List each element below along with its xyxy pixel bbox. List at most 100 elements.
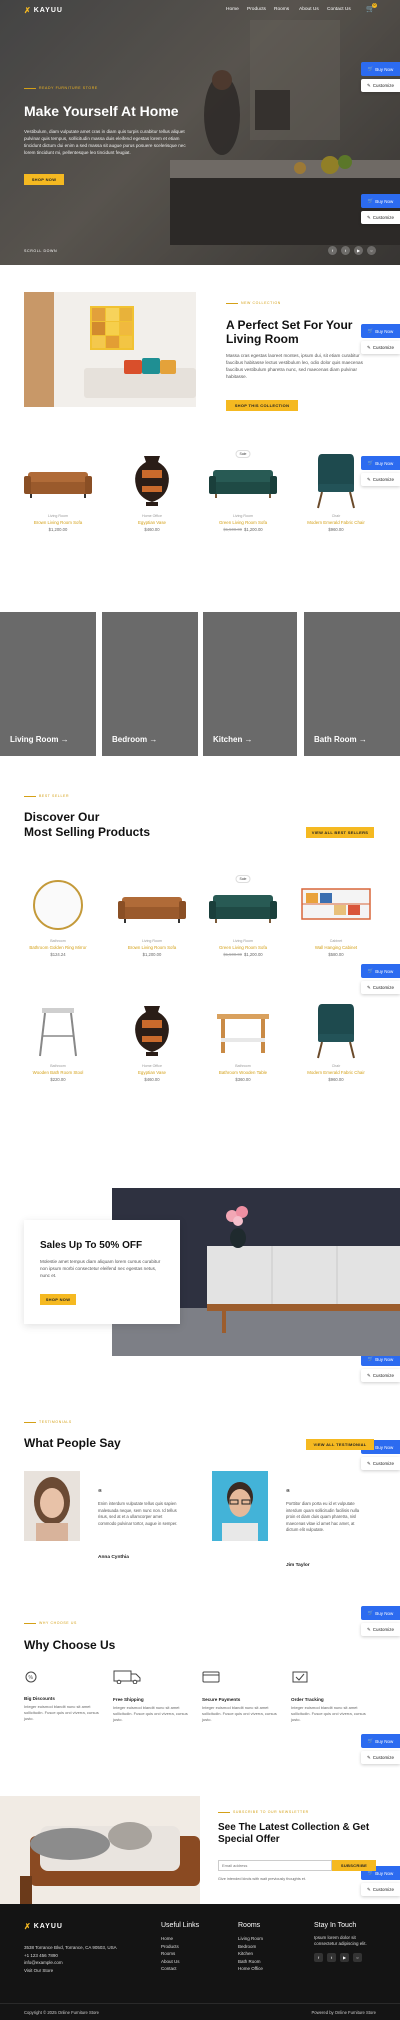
hero-text: Vestibulum, diam vulputate amet cras in …	[24, 129, 186, 155]
buy-now-tab[interactable]: 🛒Buy Now	[361, 964, 400, 978]
cart-button[interactable]: 🛒 0	[366, 3, 377, 15]
product-name[interactable]: Brown Living Room Sofa	[18, 520, 98, 525]
product-name[interactable]: Bathroom Golden Ring Mirror	[18, 945, 98, 950]
product-category: Living Room	[233, 514, 253, 518]
footer-twitter-icon[interactable]: t	[327, 1953, 336, 1962]
product-name[interactable]: Brown Living Room Sofa	[112, 945, 192, 950]
product-image[interactable]	[112, 875, 192, 935]
quote-mark-jim: “	[286, 1488, 290, 1497]
buy-now-tab[interactable]: 🛒Buy Now	[361, 324, 400, 338]
product-card[interactable]: Home Office Egyptian Vase $460.00	[112, 450, 192, 532]
product-card[interactable]: Bathroom Bathroom Wooden Table $360.00	[203, 1000, 283, 1082]
hero-shop-button[interactable]: Shop Now	[24, 174, 64, 185]
footer-link-about[interactable]: About Us	[161, 1958, 199, 1966]
facebook-icon[interactable]: f	[328, 246, 337, 255]
product-card[interactable]: Home Office Egyptian Vase $460.00	[112, 1000, 192, 1082]
visit-store-link[interactable]: Visit Our Store	[24, 1967, 117, 1975]
main-nav: Home Products Rooms About Us Contact Us	[226, 7, 353, 12]
product-category: Bathroom	[50, 939, 66, 943]
footer-room-kitchen[interactable]: Kitchen	[238, 1950, 263, 1958]
promo-shop-button[interactable]: Shop Now	[40, 1294, 76, 1305]
product-name[interactable]: Green Living Room Sofa	[203, 520, 283, 525]
footer-room-bedroom[interactable]: Bedroom	[238, 1943, 263, 1951]
buy-now-tab[interactable]: 🛒Buy Now	[361, 1606, 400, 1620]
product-card[interactable]: Living Room Brown Living Room Sofa $1,200.…	[18, 450, 98, 532]
nav-about[interactable]: About Us	[299, 7, 327, 12]
site-logo[interactable]: ✗ KAYUU	[24, 6, 63, 15]
product-card[interactable]: Cabinet Wall Hanging Cabinet $580.00	[296, 875, 376, 957]
footer-link-contact[interactable]: Contact	[161, 1965, 199, 1973]
product-name[interactable]: Modern Emerald Fabric Chair	[296, 1070, 376, 1075]
product-name[interactable]: Wall Hanging Cabinet	[296, 945, 376, 950]
customize-tab[interactable]: ✎Customize	[361, 1883, 400, 1896]
product-name[interactable]: Green Living Room Sofa	[203, 945, 283, 950]
footer-room-living[interactable]: Living Room	[238, 1935, 263, 1943]
view-best-sellers-button[interactable]: View All Best Sellers	[306, 827, 374, 838]
customize-tab[interactable]: ✎Customize	[361, 79, 400, 92]
set-shop-button[interactable]: Shop This Collection	[226, 400, 298, 411]
product-image[interactable]	[296, 450, 376, 510]
customize-tab[interactable]: ✎Customize	[361, 1751, 400, 1764]
instagram-icon[interactable]: ○	[367, 246, 376, 255]
subscribe-button[interactable]: Subscribe	[332, 1860, 376, 1871]
product-card[interactable]: Chair Modern Emerald Fabric Chair $960.00	[296, 450, 376, 532]
room-living[interactable]: Living Room →	[0, 612, 96, 756]
product-image[interactable]	[18, 875, 98, 935]
product-card[interactable]: Chair Modern Emerald Fabric Chair $960.00	[296, 1000, 376, 1082]
cart-small-icon: 🛒	[367, 66, 374, 71]
customize-tab[interactable]: ✎Customize	[361, 1457, 400, 1470]
product-name[interactable]: Egyptian Vase	[112, 1070, 192, 1075]
customize-tab[interactable]: ✎Customize	[361, 1369, 400, 1382]
product-name[interactable]: Wooden Bath Room Stool	[18, 1070, 98, 1075]
footer-room-bath[interactable]: Bath Room	[238, 1958, 263, 1966]
product-image[interactable]: Sale	[203, 450, 283, 510]
customize-tab[interactable]: ✎Customize	[361, 211, 400, 224]
nav-products[interactable]: Products	[247, 7, 274, 12]
product-card[interactable]: Sale Living Room Green Living Room Sofa $1,…	[203, 450, 283, 532]
footer-link-home[interactable]: Home	[161, 1935, 199, 1943]
product-image[interactable]	[296, 875, 376, 935]
product-name[interactable]: Bathroom Wooden Table	[203, 1070, 283, 1075]
nav-rooms[interactable]: Rooms	[274, 7, 299, 12]
product-card[interactable]: Sale Living Room Green Living Room Sofa $1,…	[203, 875, 283, 957]
footer-room-office[interactable]: Home Office	[238, 1965, 263, 1973]
product-card[interactable]: Bathroom Bathroom Golden Ring Mirror $124.…	[18, 875, 98, 957]
product-image[interactable]	[18, 450, 98, 510]
product-card[interactable]: Living Room Brown Living Room Sofa $1,200.…	[112, 875, 192, 957]
brush-icon: ✎	[366, 1754, 371, 1760]
cart-small-icon: 🛒	[367, 968, 374, 973]
twitter-icon[interactable]: t	[341, 246, 350, 255]
buy-now-tab[interactable]: 🛒Buy Now	[361, 62, 400, 76]
footer-logo[interactable]: ✗ KAYUU	[24, 1922, 63, 1931]
nav-home[interactable]: Home	[226, 7, 247, 12]
product-image[interactable]	[203, 1000, 283, 1060]
buy-now-tab[interactable]: 🛒Buy Now	[361, 1734, 400, 1748]
product-image[interactable]	[18, 1000, 98, 1060]
footer-link-rooms[interactable]: Rooms	[161, 1950, 199, 1958]
product-card[interactable]: Bathroom Wooden Bath Room Stool $220.00	[18, 1000, 98, 1082]
email-input[interactable]	[218, 1860, 332, 1871]
product-price: $220.00	[18, 1077, 98, 1082]
product-name[interactable]: Modern Emerald Fabric Chair	[296, 520, 376, 525]
room-kitchen[interactable]: Kitchen →	[203, 612, 297, 756]
youtube-icon[interactable]: ▶	[354, 246, 363, 255]
svg-text:%: %	[29, 1675, 34, 1681]
customize-tab[interactable]: ✎Customize	[361, 981, 400, 994]
product-image[interactable]	[112, 1000, 192, 1060]
product-image[interactable]	[112, 450, 192, 510]
footer-facebook-icon[interactable]: f	[314, 1953, 323, 1962]
product-image[interactable]: Sale	[203, 875, 283, 935]
nav-contact[interactable]: Contact Us	[327, 7, 353, 12]
product-image[interactable]	[296, 1000, 376, 1060]
room-bedroom[interactable]: Bedroom →	[102, 612, 198, 756]
buy-now-tab[interactable]: 🛒Buy Now	[361, 194, 400, 208]
product-category: Bathroom	[50, 1064, 66, 1068]
footer-instagram-icon[interactable]: ○	[353, 1953, 362, 1962]
customize-tab[interactable]: ✎Customize	[361, 1623, 400, 1636]
footer-link-products[interactable]: Products	[161, 1943, 199, 1951]
footer-youtube-icon[interactable]: ▶	[340, 1953, 349, 1962]
scroll-down-link[interactable]: Scroll Down	[24, 249, 57, 253]
room-bathroom[interactable]: Bath Room →	[304, 612, 400, 756]
view-testimonials-button[interactable]: View All Testimonial	[306, 1439, 374, 1450]
product-name[interactable]: Egyptian Vase	[112, 520, 192, 525]
